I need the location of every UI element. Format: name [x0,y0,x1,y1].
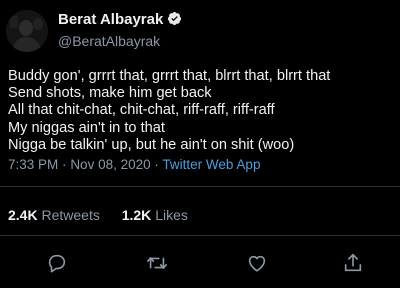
share-button[interactable] [342,252,364,274]
tweet-line: All that chit-chat, chit-chat, riff-raff… [8,102,275,119]
likes-count: 1.2K [121,207,152,223]
retweet-button[interactable] [146,252,168,274]
verified-badge-icon [168,11,182,26]
retweets-count: 2.4K [8,207,38,223]
like-icon [248,255,266,272]
tweet-date[interactable]: Nov 08, 2020 [70,157,150,172]
likes-stat[interactable]: 1.2K Likes [122,207,188,223]
author-name[interactable]: Berat Albayrak [58,11,182,28]
tweet-text: Buddy gon', grrrt that, grrrt that, blrr… [8,68,396,154]
retweet-icon [147,257,167,269]
retweets-label: Retweets [41,207,100,223]
tweet-line: My niggas ain't in to that [8,119,165,136]
tweet-actions [0,252,400,274]
likes-label: Likes [155,207,188,223]
source-app-link[interactable]: Twitter Web App [162,157,260,172]
retweets-stat[interactable]: 2.4K Retweets [8,207,104,223]
divider [0,186,400,187]
avatar[interactable] [6,10,48,52]
reply-button[interactable] [46,252,68,274]
engagement-stats: 2.4K Retweets 1.2K Likes [8,207,206,223]
tweet-line: Nigga be talkin' up, but he ain't on shi… [8,136,295,153]
meta-separator: · [154,157,159,172]
meta-separator: · [62,157,67,172]
tweet-meta: 7:33 PM · Nov 08, 2020 · Twitter Web App [8,157,260,172]
share-icon [344,253,362,272]
tweet-line: Buddy gon', grrrt that, grrrt that, blrr… [8,68,331,84]
author-name-text[interactable]: Berat Albayrak [58,11,163,28]
reply-icon [48,254,66,273]
tweet-time[interactable]: 7:33 PM [8,157,58,172]
tweet-line: Send shots, make him get back [8,85,212,102]
divider [0,235,400,236]
like-button[interactable] [246,252,268,274]
author-handle[interactable]: @BeratAlbayrak [58,33,160,49]
